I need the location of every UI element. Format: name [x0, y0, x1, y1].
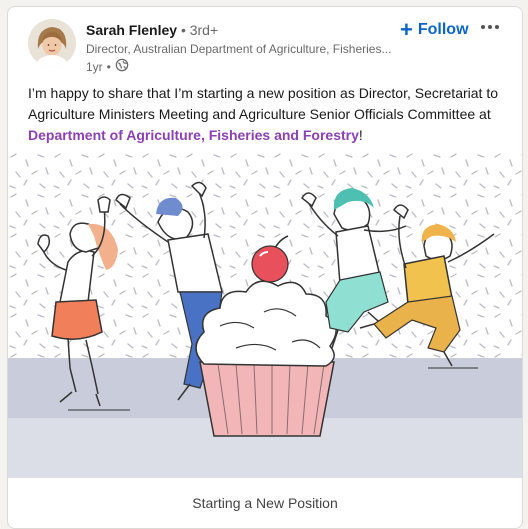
- connection-degree: • 3rd+: [180, 22, 219, 38]
- author-name-row: Sarah Flenley • 3rd+: [86, 21, 218, 39]
- follow-label: Follow: [417, 21, 469, 38]
- author-name[interactable]: Sarah Flenley: [86, 22, 177, 38]
- celebration-illustration: [8, 152, 522, 478]
- post-body-end: !: [358, 127, 363, 143]
- follow-button[interactable]: + Follow: [394, 17, 475, 43]
- author-avatar[interactable]: [28, 19, 76, 67]
- more-dot: [488, 25, 492, 29]
- celebration-image[interactable]: [8, 152, 522, 478]
- plus-icon: +: [400, 17, 413, 42]
- more-dot: [495, 25, 499, 29]
- more-dot: [481, 25, 485, 29]
- more-options-icon[interactable]: [476, 15, 504, 39]
- post-body: I’m happy to share that I’m starting a n…: [28, 85, 498, 122]
- globe-icon: [115, 58, 129, 76]
- author-headline[interactable]: Director, Australian Department of Agric…: [86, 42, 396, 57]
- feed-post-card: Sarah Flenley • 3rd+ Director, Australia…: [7, 6, 523, 529]
- image-caption[interactable]: Starting a New Position: [8, 478, 522, 528]
- post-text: I’m happy to share that I’m starting a n…: [28, 83, 510, 146]
- post-meta: 1yr •: [86, 58, 129, 76]
- meta-separator: •: [106, 59, 111, 74]
- company-mention-link[interactable]: Department of Agriculture, Fisheries and…: [28, 127, 359, 143]
- post-time: 1yr: [86, 59, 103, 74]
